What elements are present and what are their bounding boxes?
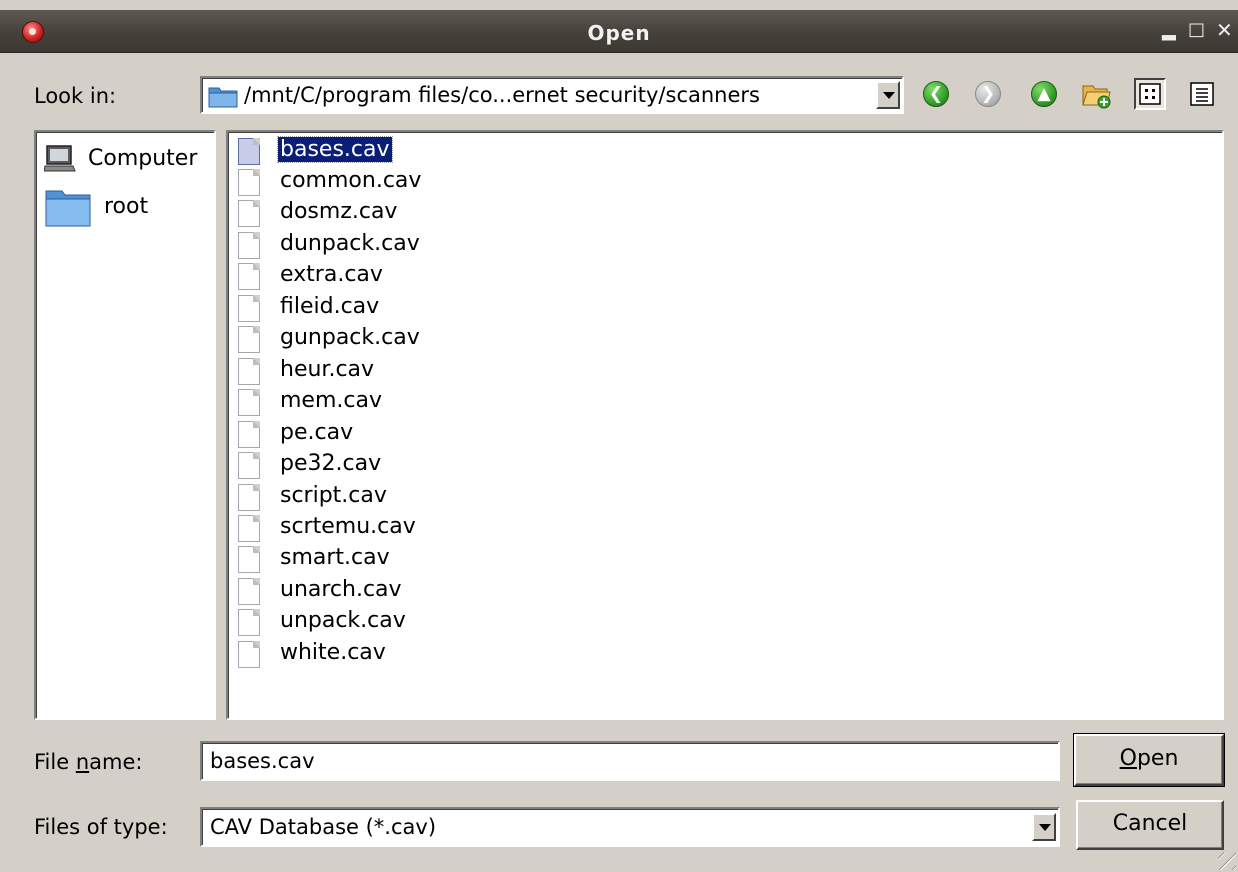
forward-button[interactable]: ❯ — [972, 78, 1004, 110]
file-name: dosmz.cav — [280, 199, 398, 224]
minimize-icon[interactable]: ▂ — [1162, 20, 1176, 41]
open-button-label: pen — [1136, 746, 1179, 771]
up-folder-button[interactable]: ▲ — [1028, 78, 1060, 110]
file-icon — [238, 263, 260, 290]
file-icon — [238, 138, 260, 165]
up-arrow-icon: ▲ — [1031, 81, 1057, 107]
file-icon — [238, 389, 260, 416]
file-icon — [238, 578, 260, 605]
file-icon — [238, 295, 260, 322]
file-name-value: bases.cav — [210, 749, 315, 773]
file-name: pe32.cav — [280, 451, 382, 476]
file-name-label-part: File — [34, 750, 76, 774]
file-icon — [238, 452, 260, 479]
back-arrow-icon: ❮ — [923, 81, 949, 107]
file-name: gunpack.cav — [280, 325, 420, 350]
window-title: Open — [587, 21, 651, 45]
file-name: extra.cav — [280, 262, 383, 287]
forward-arrow-icon: ❯ — [975, 81, 1001, 107]
place-item-root[interactable]: root — [42, 188, 212, 228]
file-name: pe.cav — [280, 420, 354, 445]
close-icon[interactable]: ✕ — [1216, 18, 1233, 42]
file-icon — [238, 232, 260, 259]
files-of-type-combo[interactable]: CAV Database (*.cav) — [200, 807, 1060, 847]
file-icon — [238, 546, 260, 573]
details-view-button[interactable] — [1186, 78, 1218, 110]
new-folder-button[interactable] — [1080, 78, 1112, 110]
file-icon — [238, 200, 260, 227]
folder-icon — [45, 190, 91, 227]
files-of-type-value: CAV Database (*.cav) — [210, 815, 437, 839]
file-list[interactable]: bases.cav common.cav dosmz.cav dunpack.c… — [226, 130, 1224, 720]
open-dialog: Open ▂ □ ✕ Look in: /mnt/C/program files… — [0, 0, 1238, 872]
file-name-label: File name: — [34, 750, 142, 774]
look-in-combo[interactable]: /mnt/C/program files/co...ernet security… — [200, 76, 904, 114]
chevron-down-icon — [883, 92, 895, 99]
maximize-icon[interactable]: □ — [1188, 19, 1205, 40]
file-icon — [238, 421, 260, 448]
file-name: bases.cav — [277, 136, 393, 163]
file-icon — [238, 326, 260, 353]
folder-icon — [208, 87, 238, 108]
open-button[interactable]: Open — [1073, 733, 1225, 787]
places-sidebar: Computer root — [34, 130, 216, 720]
file-name: script.cav — [280, 483, 387, 508]
title-bar[interactable]: Open ▂ □ ✕ — [0, 10, 1238, 53]
look-in-dropdown-button[interactable] — [876, 81, 900, 109]
resize-grip-icon[interactable] — [1218, 852, 1236, 870]
details-view-icon — [1190, 82, 1214, 106]
file-icon — [238, 641, 260, 668]
open-button-mnemonic: O — [1119, 746, 1137, 771]
computer-icon — [44, 145, 76, 172]
file-icon — [238, 358, 260, 385]
file-icon — [238, 484, 260, 511]
files-of-type-dropdown-button[interactable] — [1032, 813, 1056, 841]
file-name: white.cav — [280, 640, 386, 665]
chevron-down-icon — [1039, 824, 1051, 831]
file-name-field[interactable]: bases.cav — [200, 741, 1060, 781]
file-name-label-part: ame: — [89, 750, 143, 774]
file-icon — [238, 609, 260, 636]
place-label: root — [104, 194, 149, 219]
file-name: unpack.cav — [280, 608, 406, 633]
new-folder-icon — [1082, 85, 1111, 109]
files-of-type-label: Files of type: — [34, 815, 168, 839]
file-name: scrtemu.cav — [280, 514, 416, 539]
cancel-button[interactable]: Cancel — [1076, 800, 1224, 850]
file-name: mem.cav — [280, 388, 382, 413]
file-icon — [238, 515, 260, 542]
file-name: fileid.cav — [280, 294, 380, 319]
file-name: smart.cav — [280, 545, 390, 570]
file-name: unarch.cav — [280, 577, 402, 602]
place-label: Computer — [88, 146, 198, 171]
file-name: dunpack.cav — [280, 231, 420, 256]
file-name: heur.cav — [280, 357, 375, 382]
list-view-icon — [1139, 83, 1161, 105]
file-name-label-mnemonic: n — [75, 750, 90, 774]
list-view-button[interactable] — [1134, 78, 1166, 110]
look-in-label: Look in: — [34, 84, 117, 108]
file-name: common.cav — [280, 168, 422, 193]
place-item-computer[interactable]: Computer — [42, 140, 212, 180]
file-icon — [238, 169, 260, 196]
back-button[interactable]: ❮ — [920, 78, 952, 110]
look-in-path: /mnt/C/program files/co...ernet security… — [244, 83, 760, 107]
